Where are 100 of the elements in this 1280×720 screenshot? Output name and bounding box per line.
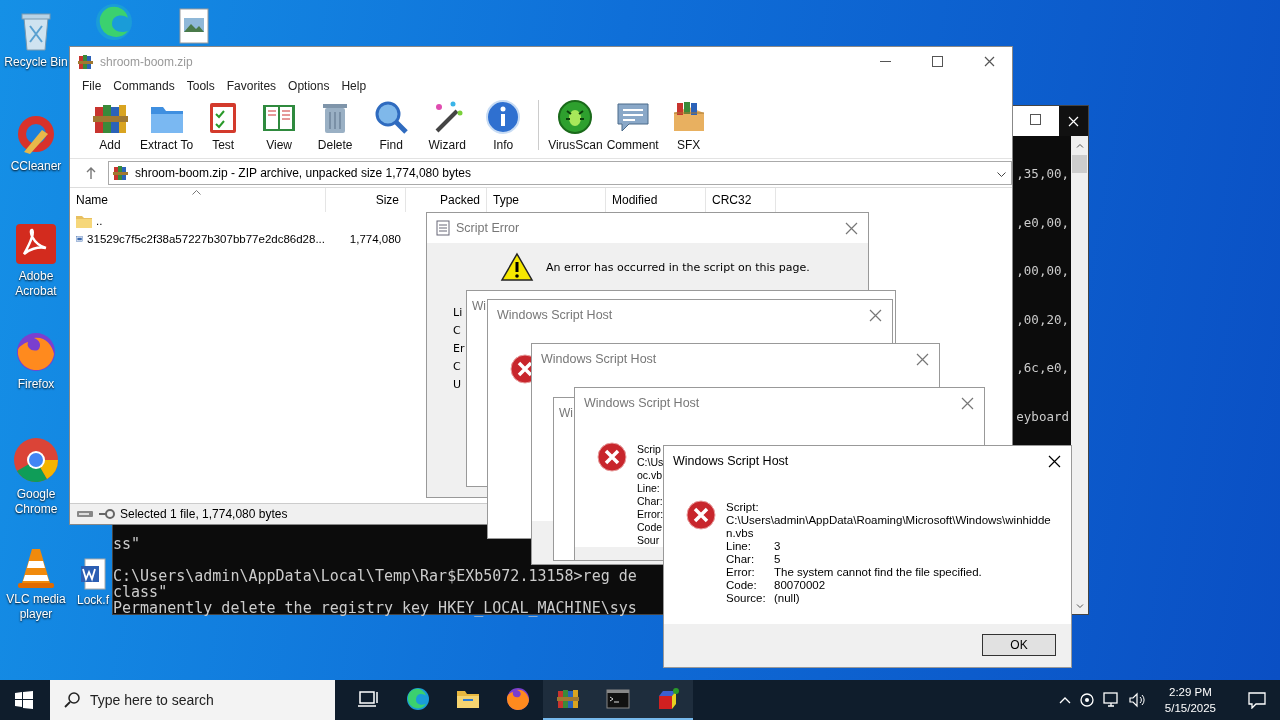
- console-line: Permanently delete the registry key HKEY_LOCAL_MACHINE\sys: [113, 600, 637, 616]
- dialog-title: Wi: [559, 406, 573, 420]
- file-name[interactable]: ..: [96, 215, 103, 227]
- maximize-icon: [1030, 114, 1041, 125]
- fox-globe-icon: [506, 687, 530, 711]
- toolbar-button[interactable]: Add: [83, 96, 137, 152]
- maximize-button[interactable]: [1030, 114, 1041, 128]
- toolbar-button[interactable]: Info: [476, 96, 531, 152]
- scrollbar[interactable]: [1071, 136, 1088, 614]
- close-icon: [983, 56, 995, 67]
- file-name[interactable]: 31529c7f5c2f38a57227b307bb77e2dc86d28...: [87, 233, 325, 245]
- cube-icon: [656, 687, 680, 711]
- toolbar-button[interactable]: Extract To: [139, 96, 195, 152]
- books-icon: [556, 687, 580, 711]
- field-value: The system cannot find the file specified.: [774, 566, 982, 579]
- toolbar-button[interactable]: Wizard: [420, 96, 475, 152]
- maximize-icon: [931, 56, 943, 67]
- close-icon: [1047, 454, 1061, 468]
- toolbar-button[interactable]: View: [252, 96, 307, 152]
- toolbar-button[interactable]: Delete: [308, 96, 363, 152]
- info-icon: [485, 99, 522, 135]
- menu-item[interactable]: File: [76, 79, 108, 93]
- scrollbar-thumb[interactable]: [1072, 155, 1087, 173]
- field-label: Line:: [726, 540, 751, 553]
- file-size: 1,774,080: [348, 233, 401, 245]
- menu-item[interactable]: Commands: [107, 79, 181, 93]
- clock-time: 2:29 PM: [1169, 685, 1212, 700]
- word-document-icon[interactable]: [80, 558, 106, 590]
- toolbar-button[interactable]: Comment: [605, 96, 660, 152]
- console-line: ss": [113, 536, 142, 552]
- console-text: ,00,00,: [1016, 263, 1069, 279]
- speech-bubble-icon[interactable]: [1248, 691, 1266, 709]
- close-icon: [844, 221, 858, 235]
- menu-item[interactable]: Help: [335, 79, 373, 93]
- message-text: Sour: [637, 534, 660, 547]
- search-icon: [64, 692, 80, 708]
- column-header[interactable]: Size: [326, 188, 406, 212]
- round-logo-icon[interactable]: [12, 436, 60, 484]
- chevron-down-icon: [997, 171, 1006, 177]
- desktop-icon-label[interactable]: VLC media player: [1, 592, 71, 622]
- clock[interactable]: 2:29 PM 5/15/2025: [1164, 684, 1216, 716]
- folder-icon: [76, 213, 92, 229]
- windows-logo-icon: [15, 691, 33, 709]
- terminal-icon: [606, 687, 630, 711]
- image-file-icon[interactable]: [178, 8, 210, 44]
- toolbar-button[interactable]: VirusScan: [547, 96, 604, 152]
- dialog-title: Windows Script Host: [584, 396, 701, 410]
- console-line: C:\Users\admin\AppData\Local\Temp\Rar$EXb5072.13158>reg de: [113, 568, 637, 584]
- desktop-icon-label[interactable]: Firefox: [1, 377, 71, 392]
- page-icon: [436, 220, 450, 236]
- column-header[interactable]: Name: [70, 188, 326, 212]
- field-value: (null): [774, 592, 800, 605]
- minimize-icon: [879, 60, 891, 63]
- chevron-up-icon: [1075, 143, 1084, 148]
- field-value: 5: [774, 553, 781, 566]
- menu-item[interactable]: Favorites: [220, 79, 283, 93]
- taskbar-button[interactable]: [543, 680, 593, 720]
- document-icon[interactable]: [14, 222, 58, 266]
- dialog-title: Script Error: [456, 221, 521, 235]
- error-message: An error has occurred in the script on this page.: [546, 260, 810, 274]
- field-label: Error:: [726, 566, 755, 579]
- close-icon: [868, 308, 882, 322]
- field-label: Source:: [726, 592, 766, 605]
- address-field[interactable]: shroom-boom.zip - ZIP archive, unpacked size 1,774,080 bytes: [108, 161, 1012, 185]
- bug-icon: [557, 99, 594, 135]
- message-text: Error:: [637, 508, 664, 521]
- dialog-title: Windows Script Host: [541, 352, 658, 366]
- desktop-icon-label[interactable]: Google Chrome: [1, 487, 71, 517]
- speaker-icon[interactable]: [1128, 692, 1147, 708]
- search-field[interactable]: Type here to search: [50, 680, 335, 720]
- desktop-icon-label[interactable]: Adobe Acrobat: [1, 269, 71, 299]
- swirl-icon: [406, 687, 430, 711]
- status-text: Selected 1 file, 1,774,080 bytes: [120, 507, 288, 521]
- chevron-down-icon: [1075, 604, 1084, 609]
- toolbar-button[interactable]: Find: [364, 96, 419, 152]
- ok-button[interactable]: OK: [982, 634, 1056, 656]
- dialog-title: Windows Script Host: [497, 308, 614, 322]
- key-icon: [98, 508, 116, 520]
- desktop-icon-label[interactable]: Recycle Bin: [1, 55, 71, 70]
- menu-item[interactable]: Options: [282, 79, 336, 93]
- field-label: C: [453, 359, 461, 375]
- desktop-icon-label[interactable]: Lock.f: [77, 593, 109, 608]
- dialog-title: Wi: [472, 299, 486, 313]
- drive-icon: [76, 509, 94, 519]
- clock-date: 5/15/2025: [1164, 701, 1216, 716]
- warning-icon: [500, 252, 534, 282]
- menu-item[interactable]: Tools: [180, 79, 221, 93]
- toolbar-button[interactable]: Test: [196, 96, 251, 152]
- chevron-up-icon[interactable]: [1058, 696, 1071, 704]
- error-icon: [597, 442, 627, 472]
- close-button[interactable]: [1059, 106, 1088, 136]
- network-icon[interactable]: [1102, 692, 1121, 708]
- taskbar-button[interactable]: [643, 680, 693, 720]
- desktop-icon-label[interactable]: CCleaner: [1, 159, 71, 174]
- up-arrow-icon: [86, 167, 96, 179]
- console-text: ,e0,00,: [1016, 214, 1069, 231]
- message-text: C:\Us: [637, 456, 664, 469]
- toolbar-button[interactable]: SFX: [661, 96, 716, 152]
- field-label: Script:: [726, 501, 759, 514]
- fox-globe-icon[interactable]: [14, 330, 58, 374]
